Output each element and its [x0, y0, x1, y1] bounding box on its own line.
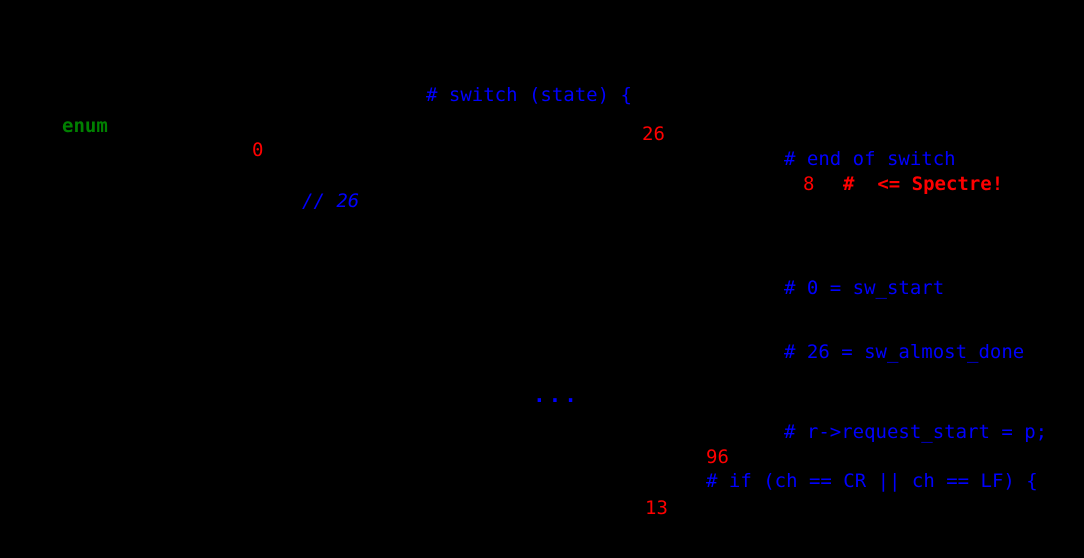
annotation-enum-keyword: enum	[62, 115, 108, 137]
code-annotation-canvas: # switch (state) { enum 26 0 # end of sw…	[0, 0, 1084, 558]
annotation-count-8: 8	[803, 173, 815, 195]
annotation-request-start-comment: # r->request_start = p;	[784, 421, 1048, 443]
annotation-spectre-callout: # <= Spectre!	[843, 173, 1004, 195]
annotation-state-0-sw-start: # 0 = sw_start	[784, 277, 945, 299]
annotation-switch-header-comment: # switch (state) {	[426, 84, 632, 106]
annotation-count-96: 96	[706, 446, 729, 468]
annotation-slash-comment-26: // 26	[302, 190, 360, 212]
annotation-state-26-sw-almost-done: # 26 = sw_almost_done	[784, 341, 1025, 363]
annotation-ellipsis: ...	[533, 383, 580, 407]
annotation-count-0: 0	[252, 139, 264, 161]
annotation-end-of-switch-comment: # end of switch	[784, 148, 956, 170]
annotation-count-26-top: 26	[642, 123, 665, 145]
annotation-count-13: 13	[645, 497, 668, 519]
annotation-if-cr-lf-comment: # if (ch == CR || ch == LF) {	[706, 470, 1038, 492]
